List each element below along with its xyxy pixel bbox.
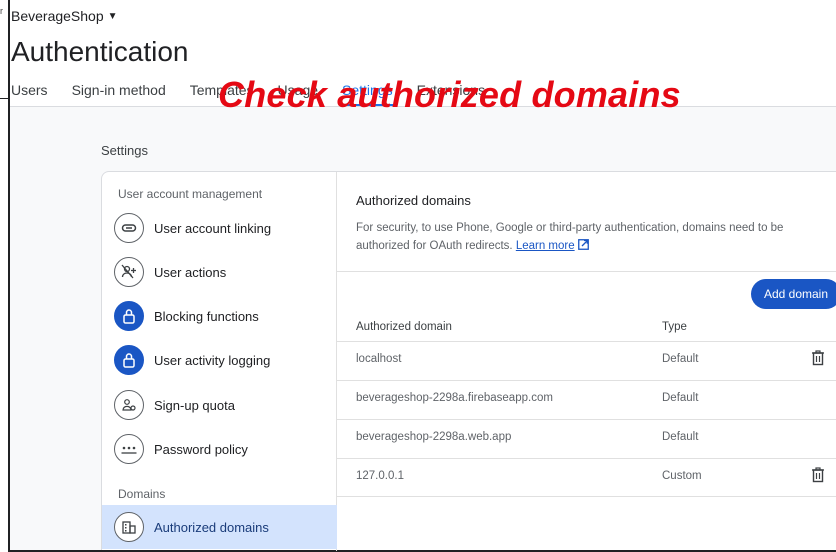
- project-selector[interactable]: BeverageShop ▼: [11, 8, 118, 24]
- tab-sign-in-method[interactable]: Sign-in method: [72, 82, 166, 106]
- nav-item-user-activity-logging[interactable]: User activity logging: [102, 338, 337, 382]
- nav-group-domains: Domains: [118, 487, 166, 501]
- panel-description: For security, to use Phone, Google or th…: [356, 219, 836, 255]
- settings-nav: User account management User account lin…: [102, 172, 337, 551]
- external-link-icon[interactable]: [577, 239, 589, 252]
- link-icon: [114, 213, 144, 243]
- delete-icon[interactable]: [811, 350, 827, 368]
- nav-item-label: Authorized domains: [154, 519, 269, 535]
- domain-cell: localhost: [356, 353, 402, 365]
- table-row: beverageshop-2298a.web.app Default: [337, 419, 836, 458]
- column-header-authorized-domain: Authorized domain: [356, 321, 452, 333]
- nav-item-blocking-functions[interactable]: Blocking functions: [102, 294, 337, 338]
- domain-cell: 127.0.0.1: [356, 470, 404, 482]
- settings-section-label: Settings: [101, 143, 148, 158]
- nav-item-authorized-domains[interactable]: Authorized domains: [102, 505, 337, 549]
- nav-item-label: Blocking functions: [154, 308, 259, 324]
- page-title: Authentication: [11, 36, 189, 67]
- tab-users[interactable]: Users: [11, 82, 48, 106]
- password-icon: [114, 434, 144, 464]
- lock-icon: [114, 301, 144, 331]
- nav-group-user-account-management: User account management: [118, 187, 263, 201]
- add-domain-button[interactable]: Add domain: [751, 279, 836, 309]
- left-divider: [0, 98, 8, 99]
- lock-icon: [114, 345, 144, 375]
- nav-item-label: Sign-up quota: [154, 397, 235, 413]
- domain-cell: beverageshop-2298a.firebaseapp.com: [356, 392, 553, 404]
- nav-item-label: User actions: [154, 264, 227, 280]
- person-add-off-icon: [114, 257, 144, 287]
- domain-icon: [114, 512, 144, 542]
- table-row: beverageshop-2298a.firebaseapp.com Defau…: [337, 380, 836, 419]
- left-snip-text: r: [0, 6, 3, 16]
- column-header-type: Type: [662, 321, 687, 333]
- type-cell: Default: [662, 353, 699, 365]
- type-cell: Default: [662, 431, 699, 443]
- group-icon: [114, 390, 144, 420]
- chevron-down-icon: ▼: [107, 10, 118, 22]
- nav-item-user-account-linking[interactable]: User account linking: [102, 206, 337, 250]
- nav-item-user-actions[interactable]: User actions: [102, 250, 337, 294]
- overlay-caption: Check authorized domains: [218, 74, 681, 115]
- screenshot-frame: r BeverageShop ▼ Authentication Users Si…: [0, 0, 836, 552]
- domain-cell: beverageshop-2298a.web.app: [356, 431, 512, 443]
- nav-item-label: User account linking: [154, 220, 272, 236]
- nav-item-password-policy[interactable]: Password policy: [102, 427, 337, 471]
- project-name: BeverageShop: [11, 8, 104, 24]
- type-cell: Default: [662, 392, 699, 404]
- left-window-sliver: r: [0, 0, 8, 552]
- delete-icon[interactable]: [811, 467, 827, 485]
- type-cell: Custom: [662, 470, 702, 482]
- table-row: 127.0.0.1 Custom: [337, 458, 836, 497]
- panel-divider: [337, 271, 836, 272]
- nav-item-sign-up-quota[interactable]: Sign-up quota: [102, 383, 337, 427]
- nav-item-label: User activity logging: [154, 352, 271, 368]
- nav-item-label: Password policy: [154, 441, 248, 457]
- learn-more-link[interactable]: Learn more: [516, 240, 575, 252]
- authorized-domains-panel: Authorized domains For security, to use …: [337, 172, 836, 551]
- panel-title: Authorized domains: [356, 193, 471, 208]
- settings-card: User account management User account lin…: [101, 171, 836, 551]
- table-row: localhost Default: [337, 341, 836, 380]
